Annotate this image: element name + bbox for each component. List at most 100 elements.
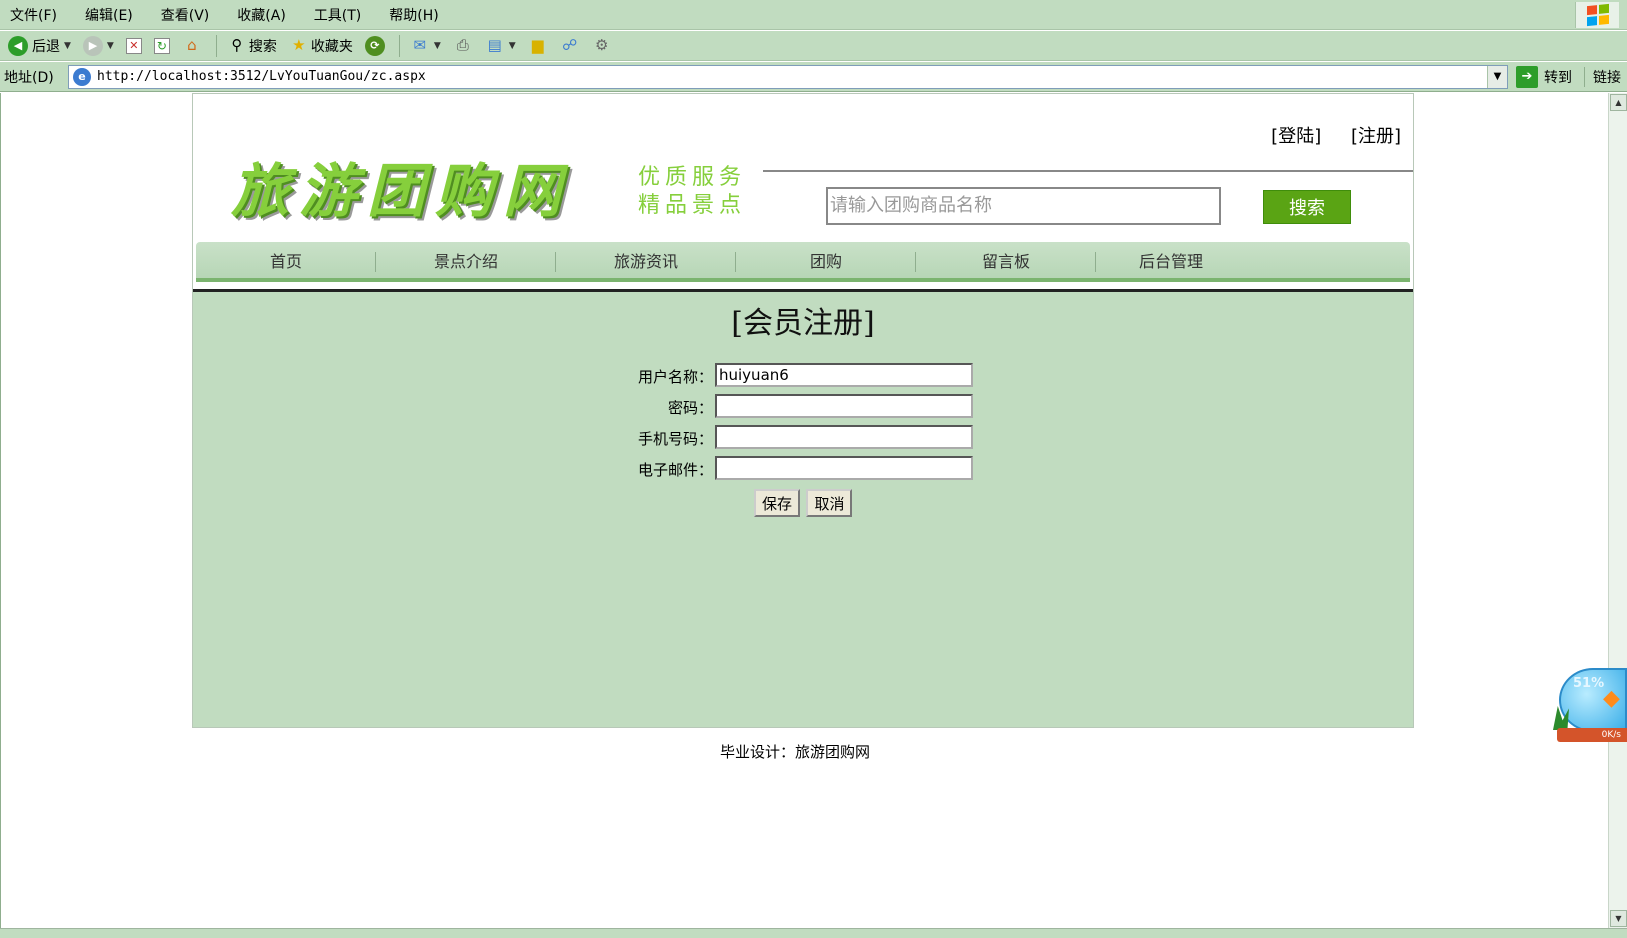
slogan-line-2: 精品景点 bbox=[638, 193, 747, 218]
back-button[interactable]: ◀ 后退 ▼ bbox=[4, 33, 75, 59]
site-slogan: 优质服务 精品景点 bbox=[638, 164, 746, 220]
toolbar: ◀ 后退 ▼ ▶ ▼ ✕ ↻ ⌂ ⚲ 搜索 ★ 收藏夹 ⟳ ✉ ▼ ⎙ ▤ ▼ … bbox=[0, 31, 1627, 61]
widget-percent: 51% bbox=[1573, 676, 1605, 691]
email-label: 电子邮件： bbox=[637, 461, 713, 479]
search-toolbar-button[interactable]: ⚲ 搜索 bbox=[223, 33, 281, 59]
toolbar-divider bbox=[398, 34, 400, 57]
main-nav: 首页 景点介绍 旅游资讯 团购 留言板 后台管理 bbox=[196, 242, 1410, 282]
nav-item-attractions[interactable]: 景点介绍 bbox=[376, 242, 556, 278]
go-button[interactable]: ➔ 转到 bbox=[1516, 65, 1572, 88]
address-input[interactable]: e http://localhost:3512/LvYouTuanGou/zc.… bbox=[68, 64, 1508, 89]
email-row: 电子邮件： bbox=[193, 455, 1413, 485]
chevron-down-icon[interactable]: ▼ bbox=[107, 41, 114, 51]
form-buttons: 保存 取消 bbox=[754, 489, 854, 517]
slogan-line-1: 优质服务 bbox=[638, 165, 747, 190]
site-footer: 毕业设计：旅游团购网 bbox=[1, 741, 1608, 762]
password-input[interactable] bbox=[715, 394, 973, 418]
windows-logo-icon bbox=[1575, 2, 1619, 28]
widget-speed: 0K/s bbox=[1557, 728, 1627, 742]
research-button[interactable]: ⚙ bbox=[588, 33, 616, 59]
forward-button[interactable]: ▶ ▼ bbox=[79, 33, 118, 59]
site-logo[interactable]: 旅游团购网 bbox=[231, 144, 571, 228]
home-icon: ⌂ bbox=[187, 36, 197, 54]
menu-help[interactable]: 帮助(H) bbox=[385, 3, 442, 27]
go-arrow-icon: ➔ bbox=[1516, 65, 1538, 88]
menu-favorites[interactable]: 收藏(A) bbox=[233, 3, 290, 27]
username-label: 用户名称： bbox=[637, 368, 713, 386]
username-row: 用户名称： huiyuan6 bbox=[193, 362, 1413, 392]
media-button[interactable]: ⟳ bbox=[361, 33, 389, 59]
site-header: [登陆] [注册] 旅游团购网 优质服务 精品景点 请输入团购商品名称 搜索 首… bbox=[193, 94, 1413, 284]
address-url[interactable]: http://localhost:3512/LvYouTuanGou/zc.as… bbox=[97, 69, 426, 84]
nav-item-home[interactable]: 首页 bbox=[196, 242, 376, 278]
header-divider bbox=[763, 170, 1413, 172]
refresh-button[interactable]: ↻ bbox=[150, 33, 174, 59]
menu-file[interactable]: 文件(F) bbox=[6, 3, 61, 27]
stop-button[interactable]: ✕ bbox=[122, 33, 146, 59]
nav-item-message-board[interactable]: 留言板 bbox=[916, 242, 1096, 278]
discuss-button[interactable]: ▆ bbox=[524, 33, 552, 59]
mail-icon: ✉ bbox=[413, 36, 427, 54]
chevron-down-icon[interactable]: ▼ bbox=[64, 41, 71, 51]
edit-page-icon: ▤ bbox=[487, 36, 502, 54]
product-search-input[interactable]: 请输入团购商品名称 bbox=[826, 187, 1221, 225]
nav-item-group-buy[interactable]: 团购 bbox=[736, 242, 916, 278]
favorites-label: 收藏夹 bbox=[310, 38, 353, 55]
login-link[interactable]: [登陆] bbox=[1271, 126, 1321, 147]
site-page: [登陆] [注册] 旅游团购网 优质服务 精品景点 请输入团购商品名称 搜索 首… bbox=[192, 93, 1414, 728]
forward-arrow-icon: ▶ bbox=[82, 35, 103, 56]
vertical-scrollbar[interactable]: ▲ ▼ bbox=[1608, 93, 1627, 928]
ie-page-icon: e bbox=[73, 67, 91, 86]
password-row: 密码： bbox=[193, 393, 1413, 423]
phone-input[interactable] bbox=[715, 425, 973, 449]
messenger-button[interactable]: ☍ bbox=[556, 33, 584, 59]
chevron-down-icon[interactable]: ▼ bbox=[509, 41, 516, 51]
product-search-button[interactable]: 搜索 bbox=[1263, 190, 1351, 224]
top-links: [登陆] [注册] bbox=[1247, 122, 1401, 148]
search-toolbar-label: 搜索 bbox=[248, 38, 277, 55]
note-icon: ▆ bbox=[531, 36, 544, 54]
chevron-down-icon[interactable]: ▼ bbox=[1487, 65, 1507, 88]
chevron-down-icon[interactable]: ▼ bbox=[434, 41, 441, 51]
links-button[interactable]: 链接 bbox=[1584, 66, 1621, 87]
back-label: 后退 bbox=[32, 38, 60, 55]
menu-view[interactable]: 查看(V) bbox=[157, 3, 214, 27]
registration-panel: [会员注册] 用户名称： huiyuan6 密码： 手机号码： 电子邮件： 保存… bbox=[193, 289, 1413, 727]
nav-item-travel-news[interactable]: 旅游资讯 bbox=[556, 242, 736, 278]
print-button[interactable]: ⎙ bbox=[449, 33, 477, 59]
address-label: 地址(D) bbox=[4, 69, 54, 86]
back-arrow-icon: ◀ bbox=[8, 35, 28, 56]
password-label: 密码： bbox=[667, 399, 713, 417]
printer-icon: ⎙ bbox=[456, 36, 469, 54]
username-input[interactable]: huiyuan6 bbox=[715, 363, 973, 387]
scroll-up-icon[interactable]: ▲ bbox=[1610, 94, 1627, 111]
phone-row: 手机号码： bbox=[193, 424, 1413, 454]
email-input[interactable] bbox=[715, 456, 973, 480]
page-title: [会员注册] bbox=[731, 306, 875, 341]
fish-icon: ◆ bbox=[1603, 686, 1620, 711]
go-label: 转到 bbox=[1544, 69, 1572, 86]
footer-text: 毕业设计：旅游团购网 bbox=[719, 743, 870, 761]
star-icon: ★ bbox=[292, 36, 306, 54]
save-button[interactable]: 保存 bbox=[754, 489, 800, 517]
edit-page-button[interactable]: ▤ ▼ bbox=[481, 33, 520, 59]
menu-tools[interactable]: 工具(T) bbox=[310, 3, 365, 27]
scroll-down-icon[interactable]: ▼ bbox=[1610, 910, 1627, 927]
stop-icon: ✕ bbox=[125, 37, 142, 54]
messenger-icon: ☍ bbox=[562, 36, 578, 54]
favorites-button[interactable]: ★ 收藏夹 bbox=[285, 33, 357, 59]
cancel-button[interactable]: 取消 bbox=[806, 489, 853, 517]
mail-button[interactable]: ✉ ▼ bbox=[406, 33, 445, 59]
nav-item-admin[interactable]: 后台管理 bbox=[1096, 242, 1246, 278]
research-icon: ⚙ bbox=[594, 36, 609, 54]
register-link[interactable]: [注册] bbox=[1351, 126, 1401, 147]
phone-label: 手机号码： bbox=[637, 430, 713, 448]
magnifier-icon: ⚲ bbox=[231, 36, 243, 54]
address-bar: 地址(D) e http://localhost:3512/LvYouTuanG… bbox=[0, 62, 1627, 92]
network-speed-widget[interactable]: 51% ◆ 0K/s bbox=[1553, 668, 1627, 742]
menu-edit[interactable]: 编辑(E) bbox=[81, 3, 137, 27]
menu-bar: 文件(F) 编辑(E) 查看(V) 收藏(A) 工具(T) 帮助(H) bbox=[0, 0, 1627, 30]
refresh-icon: ↻ bbox=[153, 37, 170, 54]
home-button[interactable]: ⌂ bbox=[178, 33, 206, 59]
browser-viewport: [登陆] [注册] 旅游团购网 优质服务 精品景点 请输入团购商品名称 搜索 首… bbox=[0, 93, 1608, 928]
